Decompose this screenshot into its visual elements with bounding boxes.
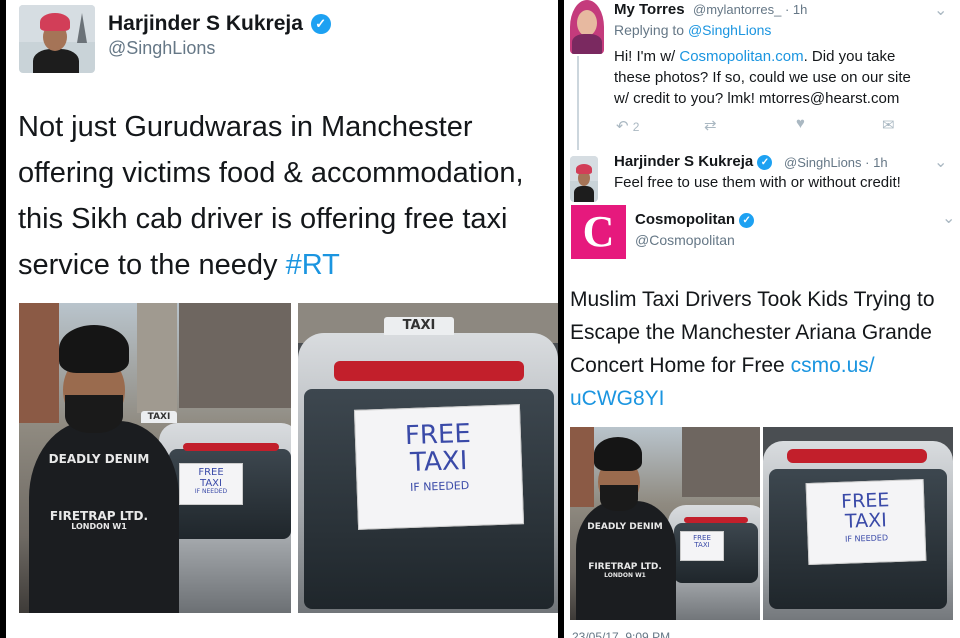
link[interactable]: Cosmopolitan.com [679, 48, 803, 65]
link[interactable]: csmo.us/ [791, 354, 875, 377]
avatar[interactable] [19, 5, 95, 73]
tweet-photo-man[interactable]: FREE TAXI DEADLY DENIM FIRETRAP LTD. LON… [570, 427, 760, 620]
hashtag-link[interactable]: #RT [286, 249, 340, 281]
author-name[interactable]: Harjinder S Kukreja ✓ [108, 12, 331, 36]
author-name[interactable]: Harjinder S Kukreja ✓ [614, 153, 773, 170]
tweet-text: Muslim Taxi Drivers Took Kids Trying to … [570, 283, 935, 415]
author-name[interactable]: My Torres [614, 1, 685, 18]
reply-icon[interactable]: ↶ 2 [616, 117, 639, 135]
left-tweet-panel: Harjinder S Kukreja ✓ @SinghLions ⌄ Not … [6, 0, 558, 638]
chevron-down-icon[interactable]: ⌄ [934, 0, 947, 20]
link[interactable]: uCWG8YI [570, 382, 935, 415]
tweet-timestamp: 23/05/17, 9:09 PM [572, 630, 671, 638]
avatar[interactable] [570, 0, 604, 54]
author-handle[interactable]: @mylantorres_ · 1h [693, 2, 807, 17]
avatar[interactable] [570, 156, 598, 202]
reply-text: Hi! I'm w/ Cosmopolitan.com. Did you tak… [614, 48, 911, 107]
dm-icon[interactable]: ✉ [882, 116, 895, 134]
tweet-text: Not just Gurudwaras in Manchester offeri… [18, 111, 524, 281]
verified-icon: ✓ [739, 212, 755, 228]
chevron-down-icon[interactable]: ⌄ [934, 152, 947, 172]
reply-thread-line [577, 56, 579, 150]
author-handle[interactable]: @Cosmopolitan [635, 232, 735, 248]
tweet-photo-taxi[interactable]: FREE TAXI IF NEEDED [763, 427, 953, 620]
reply-text: Feel free to use them with or without cr… [614, 174, 901, 191]
verified-icon: ✓ [310, 14, 331, 35]
replying-to: Replying to @SinghLions [614, 22, 772, 38]
author-handle[interactable]: @SinghLions [108, 38, 215, 59]
cosmopolitan-logo[interactable]: C [571, 205, 626, 259]
chevron-down-icon[interactable]: ⌄ [554, 10, 558, 31]
like-icon[interactable]: ♥ [796, 115, 805, 132]
chevron-down-icon[interactable]: ⌄ [942, 208, 955, 228]
verified-icon: ✓ [757, 154, 773, 170]
tweet-photo-taxi[interactable]: TAXI FREE TAXI IF NEEDED [298, 303, 558, 613]
right-thread-panel: My Torres @mylantorres_ · 1h ⌄ Replying … [564, 0, 960, 638]
tweet-photo-man[interactable]: TAXI FREE TAXI IF NEEDED DEADLY DENIM FI… [19, 303, 291, 613]
retweet-icon[interactable]: ⇄ [704, 116, 717, 134]
author-name[interactable]: Cosmopolitan ✓ [635, 211, 755, 228]
author-handle[interactable]: @SinghLions · 1h [784, 155, 888, 170]
